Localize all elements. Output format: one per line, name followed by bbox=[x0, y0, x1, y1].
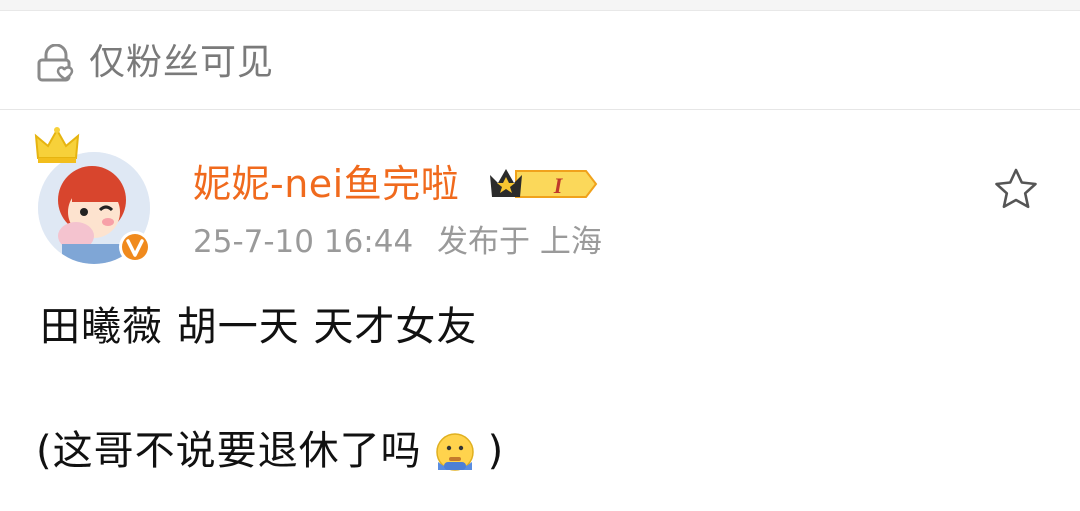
post-meta: 25-7-10 16:44 发布于 上海 bbox=[193, 222, 616, 262]
favorite-star-icon[interactable] bbox=[992, 166, 1040, 212]
post-content-line-1: 田曦薇 胡一天 天才女友 bbox=[40, 304, 478, 350]
weibo-post-page: 仅粉丝可见 妮妮-nei鱼完啦 I 25-7-10 16:44 发布于 上海 田… bbox=[0, 0, 1080, 511]
top-separator bbox=[0, 0, 1080, 11]
post-timestamp: 25-7-10 16:44 bbox=[193, 224, 414, 260]
author-name[interactable]: 妮妮-nei鱼完啦 bbox=[193, 160, 459, 208]
post-location: 发布于 上海 bbox=[437, 224, 602, 260]
thinking-face-icon bbox=[435, 433, 474, 471]
vip-badge-icon[interactable]: I bbox=[486, 163, 598, 205]
author-avatar[interactable] bbox=[30, 124, 160, 274]
vip-badge-level: I bbox=[553, 173, 564, 198]
visibility-label: 仅粉丝可见 bbox=[89, 42, 275, 83]
visibility-row: 仅粉丝可见 bbox=[0, 11, 1080, 110]
crown-icon bbox=[34, 127, 80, 163]
post-content-line-2-suffix: ) bbox=[487, 428, 505, 474]
verified-badge-icon bbox=[119, 231, 151, 263]
lock-heart-icon bbox=[37, 44, 74, 82]
post-content-line-2: (这哥不说要退休了吗 ) bbox=[36, 424, 504, 478]
post-content-line-2-text: (这哥不说要退休了吗 bbox=[36, 428, 422, 474]
